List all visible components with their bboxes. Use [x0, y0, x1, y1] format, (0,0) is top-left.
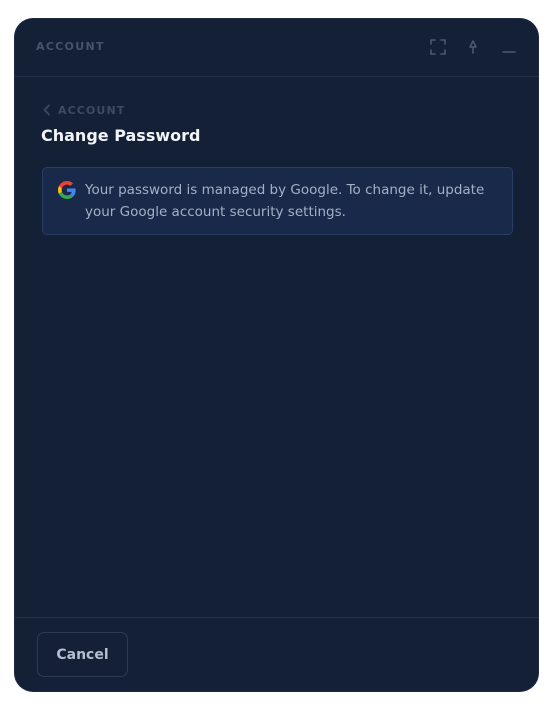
account-panel: ACCOUNT ACCOUNT Change Password Your pas…: [15, 19, 538, 691]
managed-password-notice: Your password is managed by Google. To c…: [42, 167, 513, 235]
breadcrumb-back-link[interactable]: ACCOUNT: [42, 102, 125, 118]
breadcrumb-label: ACCOUNT: [58, 103, 126, 117]
window-title: ACCOUNT: [36, 40, 105, 53]
dialog-footer: Cancel: [15, 617, 538, 691]
minimize-icon[interactable]: [500, 38, 518, 56]
google-icon: [58, 181, 76, 199]
cancel-button[interactable]: Cancel: [37, 632, 128, 677]
notice-text: Your password is managed by Google. To c…: [85, 182, 485, 220]
pin-icon[interactable]: [464, 38, 482, 56]
window-titlebar: ACCOUNT: [15, 19, 538, 77]
expand-icon[interactable]: [429, 38, 447, 56]
page-title: Change Password: [41, 126, 201, 145]
chevron-left-icon: [42, 104, 52, 116]
